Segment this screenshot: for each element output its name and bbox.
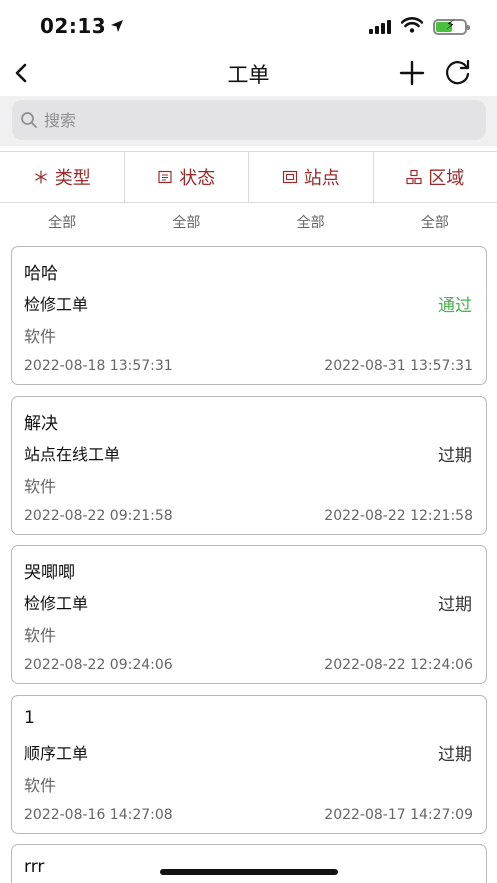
order-type: 站点在线工单: [24, 445, 121, 464]
work-order-card[interactable]: rrr: [11, 844, 487, 883]
filter-region-button[interactable]: 区域: [374, 152, 497, 202]
order-status: 过期: [438, 745, 472, 765]
order-type: 检修工单: [24, 594, 89, 613]
order-start-time: 2022-08-22 09:21:58: [24, 508, 173, 524]
search-input[interactable]: [44, 110, 444, 130]
filter-region-label: 区域: [428, 168, 465, 189]
filter-type-value: 全部: [48, 215, 77, 231]
cellular-signal-icon: [369, 20, 391, 34]
order-start-time: 2022-08-18 13:57:31: [24, 358, 173, 374]
filter-type-label: 类型: [54, 168, 91, 189]
home-indicator[interactable]: [160, 869, 338, 875]
filter-station-button[interactable]: 站点: [249, 152, 374, 202]
status-bar: 02:13 ⚡: [0, 0, 497, 52]
order-type: 检修工单: [24, 295, 89, 314]
clock: 02:13: [40, 14, 107, 38]
order-category: 软件: [24, 477, 57, 496]
order-title: rrr: [24, 857, 45, 877]
plus-icon: [399, 60, 425, 86]
refresh-icon: [445, 59, 470, 85]
location-arrow-icon: [110, 14, 124, 38]
order-category: 软件: [24, 626, 57, 645]
order-end-time: 2022-08-22 12:24:06: [324, 657, 473, 673]
work-order-card[interactable]: 解决 站点在线工单 过期 软件 2022-08-22 09:21:58 2022…: [11, 396, 487, 535]
order-type: 顺序工单: [24, 744, 89, 763]
filter-values: 全部 全部 全部 全部: [0, 212, 497, 236]
status-time: 02:13: [40, 14, 124, 38]
order-title: 哭唧唧: [24, 563, 75, 583]
document-icon: [158, 170, 172, 184]
filter-type-button[interactable]: 类型: [0, 152, 125, 202]
order-end-time: 2022-08-17 14:27:09: [324, 807, 473, 823]
order-start-time: 2022-08-16 14:27:08: [24, 807, 173, 823]
refresh-button[interactable]: [443, 57, 473, 87]
asterisk-icon: [34, 170, 47, 184]
order-category: 软件: [24, 776, 57, 795]
order-status: 过期: [438, 595, 472, 615]
order-end-time: 2022-08-31 13:57:31: [324, 358, 473, 374]
nav-bar: 工单: [0, 52, 497, 94]
work-order-card[interactable]: 哭唧唧 检修工单 过期 软件 2022-08-22 09:24:06 2022-…: [11, 545, 487, 684]
status-indicators: ⚡: [369, 17, 470, 37]
search-icon: [21, 112, 37, 128]
filter-tabs: 类型 状态 站点 区域: [0, 151, 497, 203]
hierarchy-icon: [406, 169, 422, 185]
order-title: 1: [24, 708, 35, 728]
station-icon: [282, 170, 297, 184]
add-order-button[interactable]: [397, 58, 427, 88]
order-end-time: 2022-08-22 12:21:58: [324, 508, 473, 524]
order-title: 哈哈: [24, 264, 58, 284]
order-status: 通过: [438, 296, 472, 316]
filter-region-value: 全部: [420, 215, 449, 231]
work-order-card[interactable]: 1 顺序工单 过期 软件 2022-08-16 14:27:08 2022-08…: [11, 695, 487, 834]
order-title: 解决: [24, 414, 58, 434]
battery-charging-icon: ⚡: [433, 18, 470, 35]
work-order-card[interactable]: 哈哈 检修工单 通过 软件 2022-08-18 13:57:31 2022-0…: [11, 246, 487, 385]
order-start-time: 2022-08-22 09:24:06: [24, 657, 173, 673]
filter-station-label: 站点: [303, 168, 340, 189]
filter-status-value: 全部: [172, 215, 201, 231]
filter-status-label: 状态: [179, 168, 216, 189]
wifi-icon: [400, 17, 424, 37]
search-box[interactable]: [12, 100, 486, 140]
filter-station-value: 全部: [296, 215, 325, 231]
filter-status-button[interactable]: 状态: [125, 152, 249, 202]
search-bar: [0, 96, 497, 146]
order-status: 过期: [438, 446, 472, 466]
order-category: 软件: [24, 327, 57, 346]
